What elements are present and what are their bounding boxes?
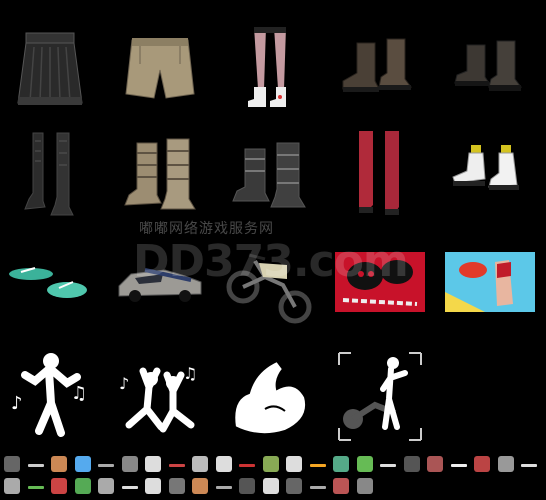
badge-icon[interactable]	[356, 478, 373, 494]
badge-icon[interactable]	[309, 464, 326, 467]
badge-icon[interactable]	[145, 456, 161, 472]
item-dance-emote[interactable]: ♪ ♫	[0, 346, 100, 446]
sneakers-icon	[452, 145, 519, 190]
badge-icon[interactable]	[74, 478, 91, 494]
boots-icon	[232, 142, 306, 208]
badge-icon[interactable]	[380, 464, 396, 467]
badge-icon[interactable]	[215, 486, 232, 489]
item-bike-pose-emote[interactable]	[330, 346, 430, 446]
badge-icon[interactable]	[215, 456, 232, 472]
item-jump-emote[interactable]: ♪ ♫	[110, 346, 210, 446]
bike-pose-icon	[338, 351, 422, 441]
item-pop-art-spray[interactable]	[440, 232, 540, 332]
item-black-buckle-boots[interactable]	[220, 124, 320, 224]
badge-icon[interactable]	[333, 456, 349, 472]
badge-icon[interactable]	[286, 478, 302, 494]
badge-icon[interactable]	[27, 486, 44, 489]
item-dark-ankle-boots[interactable]	[440, 18, 540, 118]
boots-icon	[342, 38, 412, 92]
item-skull-chain-spray[interactable]	[330, 232, 430, 332]
boots-icon	[454, 40, 522, 91]
badge-icon[interactable]	[74, 456, 91, 472]
badge-icon[interactable]	[521, 464, 537, 467]
item-muscle-car[interactable]	[110, 232, 210, 332]
badge-icon[interactable]	[474, 456, 490, 472]
legs-icon	[359, 130, 399, 215]
item-dirt-bike[interactable]	[220, 232, 320, 332]
badge-icon[interactable]	[192, 456, 208, 472]
badge-icon[interactable]	[333, 478, 349, 494]
badge-icon[interactable]	[27, 464, 44, 467]
badge-icon[interactable]	[98, 464, 114, 467]
badge-icon[interactable]	[239, 464, 255, 467]
svg-text:♫: ♫	[183, 364, 197, 383]
badge-icon[interactable]	[168, 464, 185, 467]
badge-icon[interactable]	[286, 456, 302, 472]
badge-icon[interactable]	[497, 456, 514, 472]
badge-icon[interactable]	[450, 464, 467, 467]
sandals-icon	[9, 267, 87, 298]
badge-icon[interactable]	[309, 486, 326, 489]
shorts-icon	[125, 38, 195, 99]
legs-icon	[248, 27, 286, 107]
badge-icon[interactable]	[356, 456, 373, 472]
skirt-icon	[17, 32, 83, 105]
muscle-icon	[233, 359, 307, 435]
item-leather-skirt[interactable]	[0, 18, 100, 118]
badge-icon[interactable]	[121, 456, 138, 472]
jump-emote-icon: ♪ ♫	[119, 364, 197, 432]
badge-icon[interactable]	[168, 478, 185, 494]
motorbike-icon	[226, 253, 312, 324]
item-khaki-shorts[interactable]	[110, 18, 210, 118]
badge-icon[interactable]	[51, 456, 67, 472]
item-flex-emote[interactable]	[220, 346, 320, 446]
item-teal-sandals[interactable]	[0, 232, 100, 332]
car-icon	[118, 268, 202, 302]
badge-icon[interactable]	[4, 456, 20, 472]
spray-icon	[335, 252, 425, 312]
item-brown-ankle-boots[interactable]	[330, 18, 430, 118]
badge-icon[interactable]	[98, 478, 114, 494]
badge-icon[interactable]	[262, 456, 279, 472]
boots-icon	[124, 138, 196, 210]
dance-emote-icon: ♪ ♫	[11, 352, 87, 437]
item-pink-stockings-white-boots[interactable]	[220, 18, 320, 118]
badge-icon[interactable]	[403, 456, 420, 472]
boots-icon	[24, 132, 74, 215]
badge-icon[interactable]	[121, 486, 138, 489]
badge-strip-row1	[0, 456, 546, 476]
item-white-sneakers[interactable]	[440, 124, 540, 224]
item-red-thigh-boots[interactable]	[330, 124, 430, 224]
badge-icon[interactable]	[51, 478, 67, 494]
badge-icon[interactable]	[145, 478, 161, 494]
badge-strip-row2	[0, 478, 546, 498]
item-black-knee-boots[interactable]	[0, 124, 100, 224]
inventory-grid: ♪ ♫ ♪ ♫	[0, 0, 546, 441]
spray-icon	[445, 252, 535, 312]
badge-icon[interactable]	[262, 478, 279, 494]
svg-text:♫: ♫	[71, 383, 87, 404]
badge-icon[interactable]	[192, 478, 208, 494]
svg-text:♪: ♪	[119, 374, 129, 393]
item-tan-strapped-boots[interactable]	[110, 124, 210, 224]
badge-icon[interactable]	[4, 478, 20, 494]
svg-text:♪: ♪	[11, 393, 23, 414]
badge-icon[interactable]	[427, 456, 443, 472]
badge-icon[interactable]	[239, 478, 255, 494]
